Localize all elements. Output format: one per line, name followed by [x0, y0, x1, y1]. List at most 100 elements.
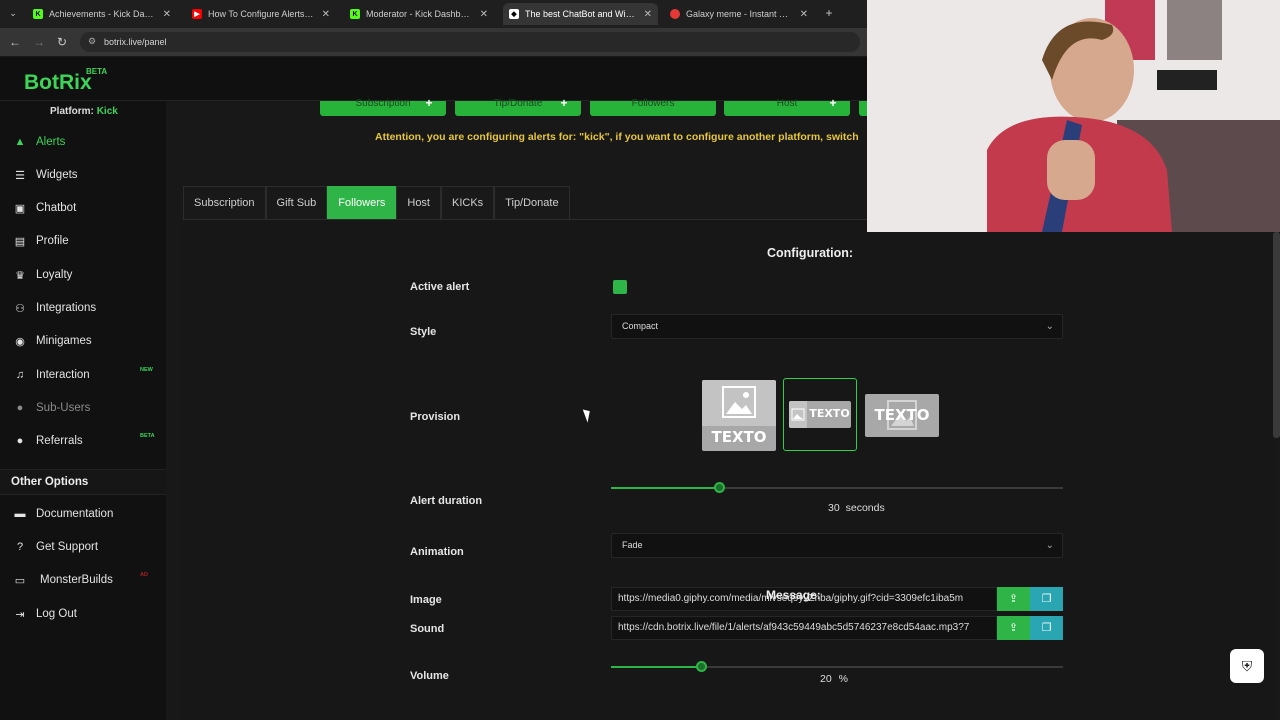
id-card-icon: ▤: [14, 235, 26, 248]
active-alert-label: Active alert: [410, 281, 470, 293]
sidebar-item-referrals[interactable]: ● Referrals: [14, 431, 83, 451]
sound-icon: [670, 9, 680, 19]
alert-duration-readout: 30 seconds: [828, 502, 885, 514]
message-section-title: Message:: [766, 588, 821, 602]
button-label: Subscription: [355, 98, 411, 109]
tab-title: Achievements - Kick Dashboard: [49, 9, 157, 19]
plus-icon: +: [560, 96, 568, 110]
volume-slider[interactable]: [611, 661, 1063, 672]
provision-option-text-overlay[interactable]: TEXTO: [865, 394, 939, 437]
slider-thumb[interactable]: [714, 482, 726, 493]
sidebar-item-log-out[interactable]: ⇥ Log Out: [14, 604, 77, 624]
gallery-icon: ❐: [1041, 622, 1052, 634]
image-placeholder-icon: [702, 380, 776, 426]
shield-check-icon[interactable]: ⛨: [1230, 649, 1264, 683]
provision-text: TEXTO: [809, 407, 850, 420]
ad-badge: AD: [140, 572, 148, 578]
alert-duration-slider[interactable]: [611, 482, 1063, 493]
tab-gift-sub[interactable]: Gift Sub: [265, 186, 328, 219]
tab-kicks[interactable]: KICKs: [441, 186, 495, 219]
browser-tab[interactable]: K Achievements - Kick Dashboard ✕: [27, 3, 177, 25]
book-icon: ▬: [14, 508, 26, 520]
upload-icon: ⇪: [1008, 622, 1019, 634]
botrix-logo[interactable]: BotRix: [24, 71, 92, 95]
tab-host[interactable]: Host: [396, 186, 441, 219]
alert-type-tabs: Subscription Gift Sub Followers Host KIC…: [183, 186, 570, 219]
new-tab-button[interactable]: +: [822, 6, 836, 20]
monitor-icon: ▭: [14, 574, 26, 587]
sidebar-item-widgets[interactable]: ☰ Widgets: [14, 165, 78, 185]
other-options-header: Other Options: [0, 469, 166, 495]
image-gallery-button[interactable]: ❐: [1030, 587, 1063, 611]
tab-tip-donate[interactable]: Tip/Donate: [494, 186, 570, 219]
sidebar-item-label: Widgets: [36, 169, 78, 181]
sidebar-item-label: Loyalty: [36, 269, 73, 281]
kick-icon: K: [33, 9, 43, 19]
tab-subscription[interactable]: Subscription: [183, 186, 266, 219]
active-alert-checkbox[interactable]: [613, 280, 627, 294]
upload-icon: ⇪: [1008, 593, 1019, 605]
sound-gallery-button[interactable]: ❐: [1030, 616, 1063, 640]
youtube-icon: ▶: [192, 9, 202, 19]
animation-select[interactable]: Fade ⌄: [611, 533, 1063, 558]
platform-attention-notice: Attention, you are configuring alerts fo…: [375, 131, 859, 143]
sidebar-item-get-support[interactable]: ? Get Support: [14, 537, 98, 557]
sound-url-field[interactable]: https://cdn.botrix.live/file/1/alerts/af…: [611, 616, 997, 640]
style-select[interactable]: Compact ⌄: [611, 314, 1063, 339]
sidebar-item-sub-users[interactable]: ● Sub-Users: [14, 398, 91, 418]
plus-icon: +: [829, 96, 837, 110]
close-icon[interactable]: ✕: [800, 9, 808, 20]
close-icon[interactable]: ✕: [163, 9, 171, 20]
back-arrow-icon[interactable]: ←: [8, 35, 22, 49]
url-text: botrix.live/panel: [104, 37, 167, 47]
browser-tab[interactable]: ▶ How To Configure Alerts For Kic ✕: [186, 3, 336, 25]
style-selected-value: Compact: [622, 321, 659, 331]
tab-followers[interactable]: Followers: [327, 186, 397, 219]
tab-search-icon[interactable]: ⌄: [6, 6, 20, 20]
image-placeholder-icon: [789, 401, 807, 428]
chevron-down-icon: ⌄: [1045, 321, 1054, 332]
duration-value: 30: [828, 502, 840, 514]
volume-label: Volume: [410, 670, 449, 682]
tab-title: Moderator - Kick Dashboard: [366, 9, 474, 19]
close-icon[interactable]: ✕: [644, 9, 652, 20]
upload-sound-button[interactable]: ⇪: [997, 616, 1030, 640]
browser-tab-active[interactable]: ◆ The best ChatBot and Widgets ✕: [503, 3, 658, 25]
list-icon: ☰: [15, 169, 25, 182]
slider-thumb[interactable]: [696, 661, 708, 672]
address-bar[interactable]: ⚙ botrix.live/panel: [80, 32, 860, 52]
upload-image-button[interactable]: ⇪: [997, 587, 1030, 611]
site-info-icon[interactable]: ⚙: [88, 36, 96, 47]
sound-label: Sound: [410, 623, 445, 635]
sidebar-item-interaction[interactable]: ♫ Interaction: [14, 365, 90, 385]
tab-title: Galaxy meme - Instant Sound E: [686, 9, 794, 19]
browser-tab[interactable]: Galaxy meme - Instant Sound E ✕: [664, 3, 814, 25]
sidebar-item-integrations[interactable]: ⚇ Integrations: [14, 298, 96, 318]
sidebar-item-alerts[interactable]: ▲ Alerts: [14, 132, 66, 152]
alert-host-button[interactable]: Host +: [724, 96, 850, 116]
alert-tip-donate-button[interactable]: Tip/Donate +: [455, 96, 581, 116]
close-icon[interactable]: ✕: [322, 9, 330, 20]
sidebar-item-documentation[interactable]: ▬ Documentation: [14, 504, 114, 524]
button-label: Followers: [631, 98, 675, 109]
provision-label: Provision: [410, 411, 461, 423]
reload-icon[interactable]: ↻: [55, 35, 69, 49]
robot-icon: ▣: [14, 202, 26, 215]
alert-subscription-button[interactable]: Subscription +: [320, 97, 446, 116]
sidebar-item-monsterbuilds[interactable]: ▭ MonsterBuilds: [14, 570, 113, 590]
image-label: Image: [410, 594, 442, 606]
browser-tab[interactable]: K Moderator - Kick Dashboard ✕: [344, 3, 494, 25]
sidebar-item-profile[interactable]: ▤ Profile: [14, 231, 69, 251]
gallery-icon: ❐: [1041, 593, 1052, 605]
sidebar-item-chatbot[interactable]: ▣ Chatbot: [14, 198, 76, 218]
sidebar: Platform: Kick ▲ Alerts ☰ Widgets ▣ Chatbot…: [0, 101, 166, 720]
sidebar-item-label: Alerts: [36, 136, 66, 148]
provision-option-image-left[interactable]: TEXTO: [789, 401, 851, 428]
sidebar-item-minigames[interactable]: ◉ Minigames: [14, 331, 91, 351]
alert-followers-button[interactable]: Followers: [590, 98, 716, 116]
close-icon[interactable]: ✕: [480, 9, 488, 20]
sidebar-item-loyalty[interactable]: ♛ Loyalty: [14, 265, 72, 285]
forward-arrow-icon[interactable]: →: [32, 35, 46, 49]
provision-option-image-top[interactable]: TEXTO: [702, 380, 776, 451]
page-scrollbar[interactable]: [1273, 232, 1280, 438]
